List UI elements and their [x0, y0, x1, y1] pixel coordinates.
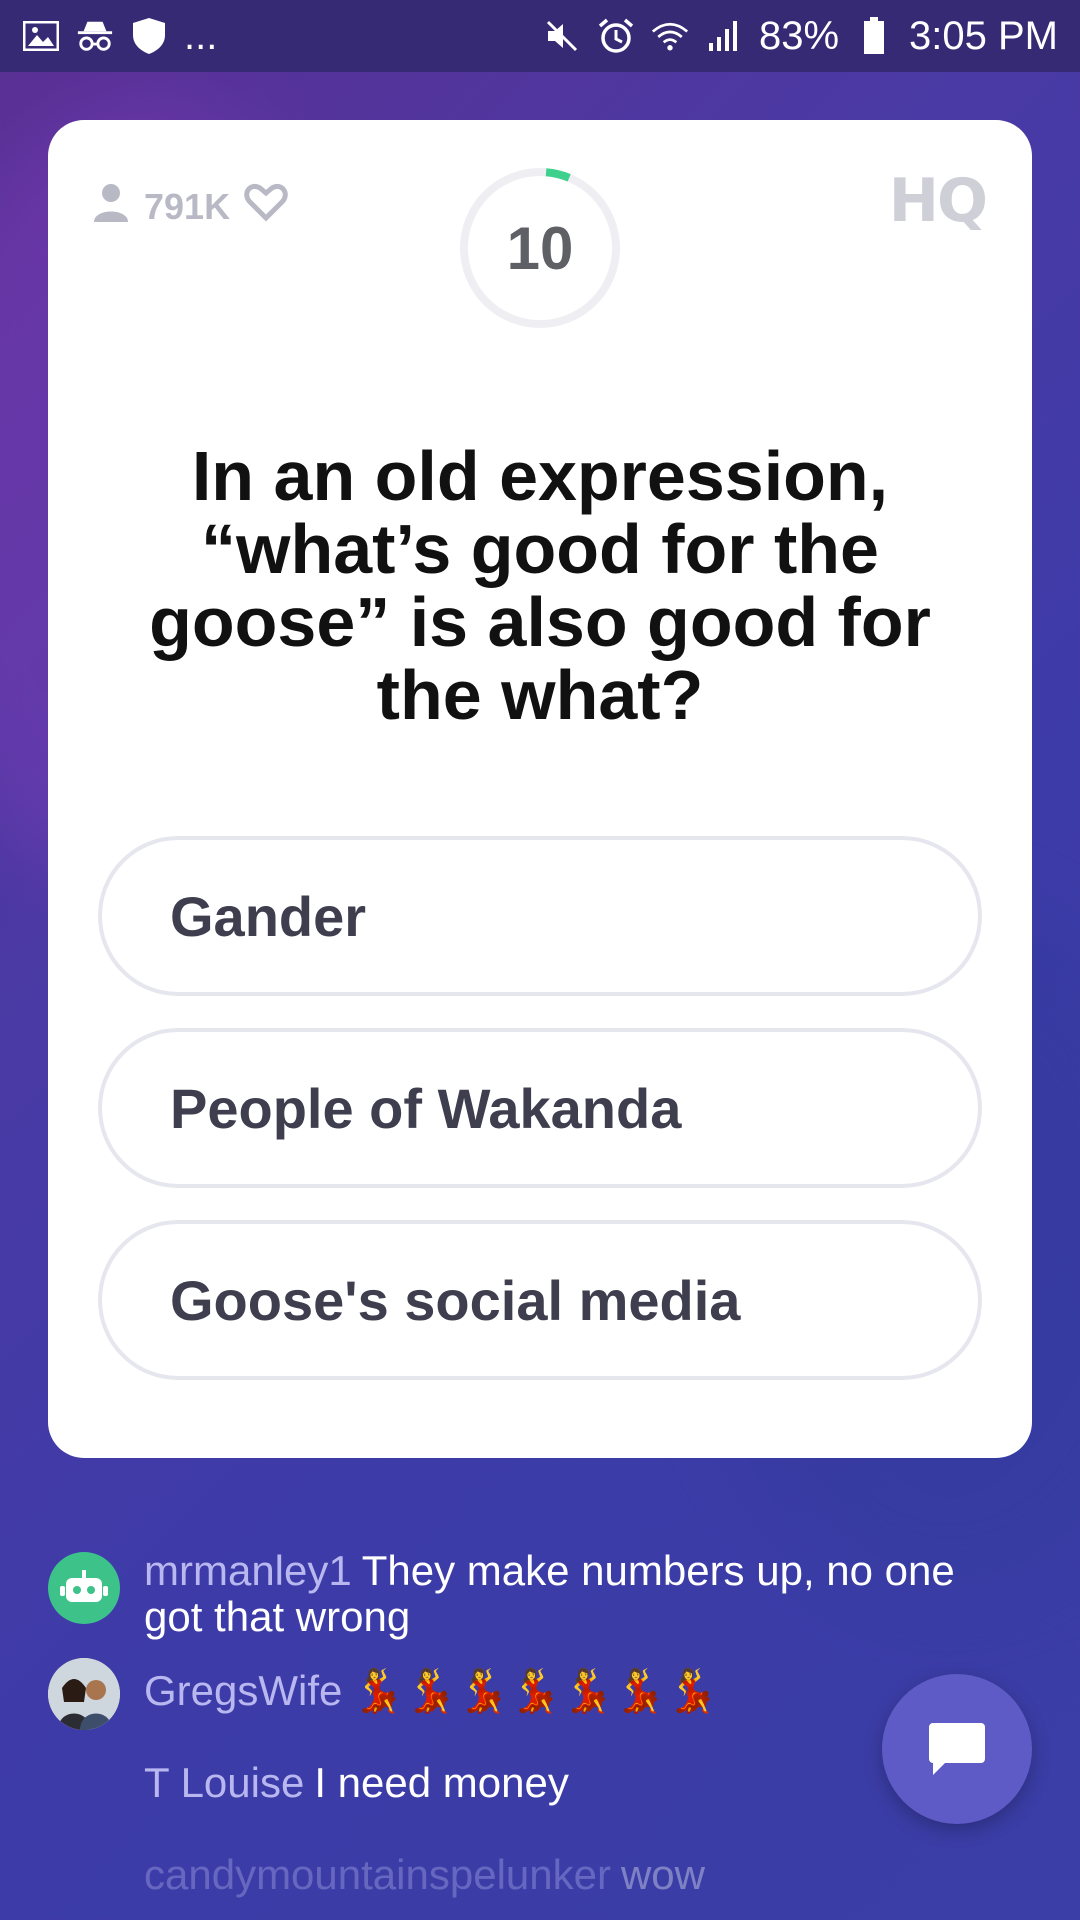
avatar	[48, 1552, 120, 1624]
chat-message-body: I need money	[314, 1759, 569, 1806]
mute-icon	[543, 17, 581, 55]
more-notifications: ...	[184, 13, 218, 58]
question-card: 791K 10 HQ In an old expression, “what’s…	[48, 120, 1032, 1458]
battery-percent: 83%	[758, 13, 840, 58]
viewer-count: 791K	[92, 182, 288, 231]
battery-icon	[855, 17, 893, 55]
viewer-count-label: 791K	[144, 185, 231, 227]
chat-message-body: 💃💃💃💃💃💃💃	[352, 1667, 719, 1714]
countdown-timer: 10	[458, 166, 622, 330]
answer-option-3[interactable]: Goose's social media	[98, 1220, 982, 1380]
wifi-icon	[651, 17, 689, 55]
answer-option-2[interactable]: People of Wakanda	[98, 1028, 982, 1188]
chat-bubble-icon	[929, 1723, 985, 1775]
hq-logo: HQ	[888, 166, 988, 236]
heart-icon[interactable]	[244, 182, 288, 231]
robot-icon	[60, 1570, 108, 1602]
timer-value: 10	[506, 214, 574, 282]
chat-message-body: wow	[620, 1851, 705, 1898]
chat-username: mrmanley1	[144, 1547, 352, 1594]
chat-message-text: mrmanley1 They make numbers up, no one go…	[144, 1548, 1024, 1640]
chat-username: candymountainspelunker	[144, 1851, 611, 1898]
avatar	[48, 1658, 120, 1730]
person-icon	[92, 182, 130, 231]
chat-message-text: candymountainspelunker wow	[144, 1852, 1024, 1898]
chat-button[interactable]	[882, 1674, 1032, 1824]
clock: 3:05 PM	[909, 13, 1058, 58]
shield-icon	[130, 17, 168, 55]
question-text: In an old expression, “what’s good for t…	[149, 437, 931, 734]
chat-message-text: GregsWife 💃💃💃💃💃💃💃	[144, 1668, 1024, 1714]
incognito-icon	[76, 17, 114, 55]
answer-option-1[interactable]: Gander	[98, 836, 982, 996]
alarm-icon	[597, 17, 635, 55]
gallery-icon	[22, 17, 60, 55]
status-bar: ... 83% 3:05 PM	[0, 0, 1080, 72]
chat-username: GregsWife	[144, 1667, 343, 1714]
signal-icon	[705, 17, 743, 55]
chat-username: T Louise	[144, 1759, 305, 1806]
